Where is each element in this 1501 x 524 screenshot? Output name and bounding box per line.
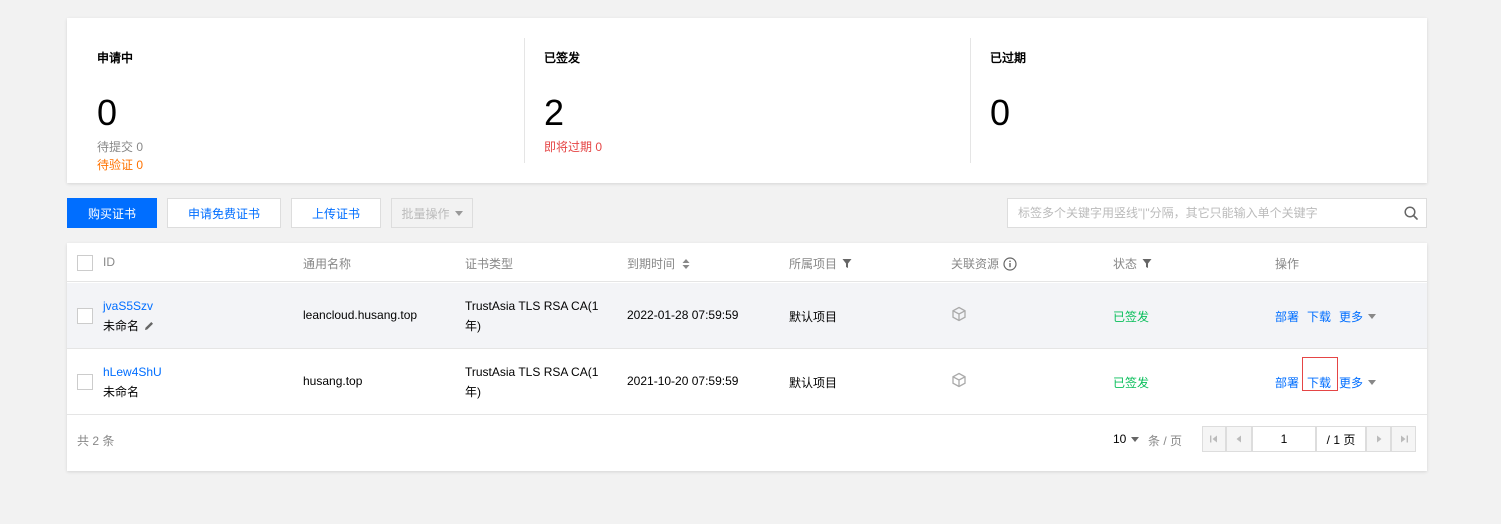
last-page-icon (1400, 435, 1408, 443)
table-footer: 共 2 条 10 条 / 页 1 / 1 页 (67, 415, 1427, 471)
stat-expiring-soon: 即将过期 0 (544, 140, 603, 154)
row-checkbox[interactable] (77, 308, 93, 324)
stat-value: 0 (990, 92, 1011, 133)
stat-divider (970, 38, 971, 163)
certificate-alias: 未命名 (103, 317, 155, 334)
table-row: hLew4ShU 未命名 husang.top TrustAsia TLS RS… (67, 349, 1427, 415)
page-size-select[interactable]: 10 (1113, 432, 1140, 446)
certificate-table: ID 通用名称 证书类型 到期时间 所属项目 关联资源 状态 操作 jvaS5S… (67, 243, 1427, 471)
project-name: 默认项目 (789, 376, 838, 390)
last-page-button[interactable] (1391, 426, 1416, 452)
deploy-link[interactable]: 部署 (1275, 308, 1299, 325)
column-project[interactable]: 所属项目 (789, 255, 852, 272)
row-checkbox[interactable] (77, 374, 93, 390)
sort-icon[interactable] (681, 258, 691, 270)
current-page-value: 1 (1280, 432, 1288, 446)
column-status-label: 状态 (1113, 257, 1138, 271)
buy-certificate-button[interactable]: 购买证书 (67, 198, 157, 228)
column-status[interactable]: 状态 (1113, 255, 1152, 272)
stat-value: 2 (544, 92, 565, 133)
expiry-time: 2022-01-28 07:59:59 (627, 308, 739, 322)
column-expiry-label: 到期时间 (627, 257, 676, 271)
download-link[interactable]: 下载 (1307, 308, 1331, 325)
batch-operation-dropdown[interactable]: 批量操作 (391, 198, 473, 228)
search-input[interactable] (1018, 199, 1398, 227)
page-total-label: / 1 页 (1326, 432, 1356, 447)
certificate-type-line2: 年) (465, 385, 481, 399)
next-page-button[interactable] (1366, 426, 1391, 452)
certificate-type-line1: TrustAsia TLS RSA CA(1 (465, 365, 599, 379)
search-icon[interactable] (1404, 206, 1418, 220)
chevron-down-icon (1368, 314, 1377, 319)
page-total: / 1 页 (1316, 426, 1366, 452)
column-name: 通用名称 (303, 257, 352, 271)
stat-pending-submit: 待提交 0 (97, 140, 144, 154)
chevron-down-icon (454, 210, 463, 216)
filter-icon[interactable] (842, 258, 852, 269)
column-actions: 操作 (1275, 257, 1300, 271)
edit-pencil-icon[interactable] (143, 320, 155, 332)
table-header: ID 通用名称 证书类型 到期时间 所属项目 关联资源 状态 操作 (67, 243, 1427, 282)
stat-title: 申请中 (97, 51, 134, 65)
chevron-down-icon (1368, 380, 1377, 385)
stat-pending-verify: 待验证 0 (97, 158, 144, 172)
certificate-id-link[interactable]: jvaS5Szv (103, 299, 153, 313)
chevron-right-icon (1376, 435, 1381, 443)
batch-operation-label: 批量操作 (401, 206, 450, 221)
select-all-checkbox[interactable] (77, 255, 93, 271)
download-link[interactable]: 下载 (1307, 374, 1331, 391)
info-icon[interactable] (1003, 256, 1017, 271)
previous-page-button[interactable] (1226, 426, 1252, 452)
stats-panel: 申请中 0 待提交 0 待验证 0 已签发 2 即将过期 0 已过期 0 (67, 18, 1427, 183)
upload-certificate-button[interactable]: 上传证书 (291, 198, 381, 228)
stat-title: 已过期 (990, 51, 1027, 65)
deploy-link[interactable]: 部署 (1275, 374, 1299, 391)
status-badge: 已签发 (1113, 310, 1150, 324)
certificate-alias: 未命名 (103, 385, 140, 399)
apply-free-certificate-button[interactable]: 申请免费证书 (167, 198, 281, 228)
more-dropdown[interactable]: 更多 (1339, 308, 1377, 325)
more-dropdown[interactable]: 更多 (1339, 374, 1377, 391)
page-number-input[interactable]: 1 (1252, 426, 1316, 452)
chevron-down-icon (1131, 436, 1140, 442)
certificate-id-link[interactable]: hLew4ShU (103, 365, 162, 379)
search-box (1007, 198, 1427, 228)
domain-name: leancloud.husang.top (303, 308, 418, 322)
first-page-button[interactable] (1202, 426, 1226, 452)
filter-icon[interactable] (1142, 258, 1152, 269)
total-count: 共 2 条 (77, 434, 115, 448)
column-type: 证书类型 (465, 257, 514, 271)
status-badge: 已签发 (1113, 376, 1150, 390)
certificate-alias-label: 未命名 (103, 319, 140, 333)
column-expiry[interactable]: 到期时间 (627, 255, 691, 272)
project-name: 默认项目 (789, 310, 838, 324)
column-project-label: 所属项目 (789, 257, 838, 271)
stat-divider (524, 38, 525, 163)
table-row: jvaS5Szv 未命名 leancloud.husang.top TrustA… (67, 283, 1427, 349)
column-id: ID (103, 255, 115, 269)
certificate-type-line1: TrustAsia TLS RSA CA(1 (465, 299, 599, 313)
expiry-time: 2021-10-20 07:59:59 (627, 374, 739, 388)
cube-resource-icon (952, 306, 966, 322)
more-label: 更多 (1339, 376, 1364, 390)
per-page-unit: 条 / 页 (1148, 434, 1183, 448)
column-resource-label: 关联资源 (951, 257, 1000, 271)
cube-resource-icon (952, 372, 966, 388)
first-page-icon (1210, 435, 1217, 443)
certificate-type-line2: 年) (465, 319, 481, 333)
page-size-value: 10 (1113, 432, 1127, 446)
chevron-left-icon (1236, 435, 1241, 443)
domain-name: husang.top (303, 374, 363, 388)
more-label: 更多 (1339, 310, 1364, 324)
stat-value: 0 (97, 92, 118, 133)
stat-title: 已签发 (544, 51, 581, 65)
column-resource: 关联资源 (951, 255, 1017, 272)
